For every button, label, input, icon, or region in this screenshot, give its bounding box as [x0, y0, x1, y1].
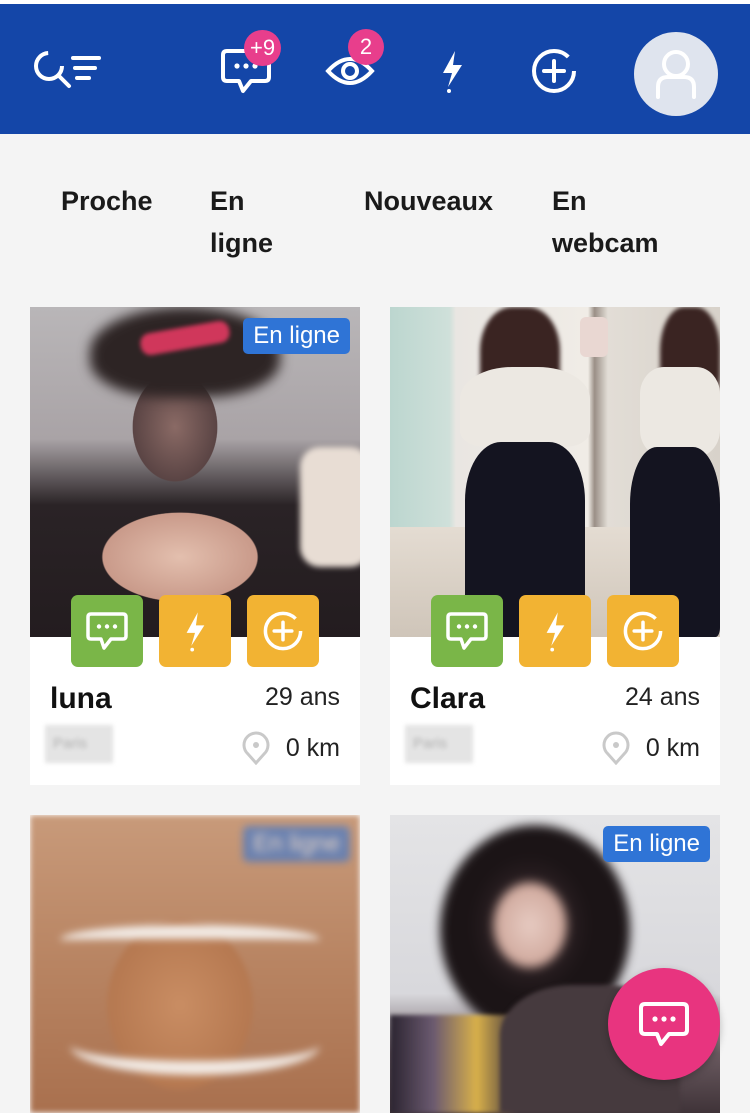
- profile-city: Paris: [405, 725, 473, 763]
- distance-value: 0 km: [285, 733, 340, 762]
- profile-card[interactable]: En ligne luna 29 ans Paris 0 km: [30, 307, 360, 785]
- top-navigation-bar: +9 2: [0, 0, 750, 134]
- profile-card[interactable]: En ligne: [30, 815, 360, 1113]
- add-favorite-button[interactable]: [607, 595, 679, 667]
- flash-icon: [443, 51, 462, 93]
- distance-value: 0 km: [645, 733, 700, 762]
- profile-card[interactable]: Clara 24 ans Paris 0 km: [390, 307, 720, 785]
- messages-button[interactable]: +9: [214, 4, 282, 138]
- location-pin-icon: [602, 731, 630, 765]
- chat-button[interactable]: [431, 595, 503, 667]
- chat-icon: [86, 612, 128, 650]
- search-filter-button[interactable]: [26, 4, 106, 138]
- add-circle-icon: [623, 611, 663, 651]
- messages-badge: +9: [244, 30, 282, 66]
- flash-icon: [186, 612, 205, 652]
- location-pin-icon: [242, 731, 270, 765]
- visits-badge: 2: [348, 29, 384, 65]
- tab-nouveaux[interactable]: Nouveaux: [364, 180, 493, 222]
- tab-en-webcam[interactable]: En webcam: [552, 180, 672, 264]
- visits-button[interactable]: 2: [320, 4, 384, 138]
- flash-button[interactable]: [159, 595, 231, 667]
- profile-name: luna: [50, 682, 112, 715]
- profile-distance: 0 km: [602, 731, 700, 765]
- avatar-icon: [656, 50, 696, 99]
- online-status-badge: En ligne: [243, 826, 350, 862]
- tab-proche[interactable]: Proche: [61, 180, 153, 222]
- flash-button[interactable]: [519, 595, 591, 667]
- app-screen: +9 2 Proche En ligne Nouveaux En webcam …: [0, 0, 750, 1113]
- online-status-badge: En ligne: [603, 826, 710, 862]
- tab-en-ligne[interactable]: En ligne: [210, 180, 300, 264]
- chat-icon: [639, 1002, 689, 1046]
- profile-name: Clara: [410, 682, 486, 715]
- flash-button[interactable]: [428, 4, 476, 138]
- profile-avatar[interactable]: [634, 32, 718, 116]
- chat-icon: [446, 612, 488, 650]
- profile-photo[interactable]: [390, 307, 720, 637]
- chat-button[interactable]: [71, 595, 143, 667]
- add-circle-icon: [532, 49, 576, 93]
- add-circle-icon: [263, 611, 303, 651]
- profile-age: 24 ans: [624, 683, 700, 711]
- add-favorite-button[interactable]: [247, 595, 319, 667]
- online-status-badge: En ligne: [243, 318, 350, 354]
- profile-distance: 0 km: [242, 731, 340, 765]
- floating-chat-button[interactable]: [608, 968, 720, 1080]
- add-button[interactable]: [526, 4, 582, 138]
- profile-age: 29 ans: [264, 683, 340, 711]
- search-filter-icon: [34, 51, 101, 88]
- flash-icon: [546, 612, 565, 652]
- profile-photo[interactable]: [30, 307, 360, 637]
- profile-city: Paris: [45, 725, 113, 763]
